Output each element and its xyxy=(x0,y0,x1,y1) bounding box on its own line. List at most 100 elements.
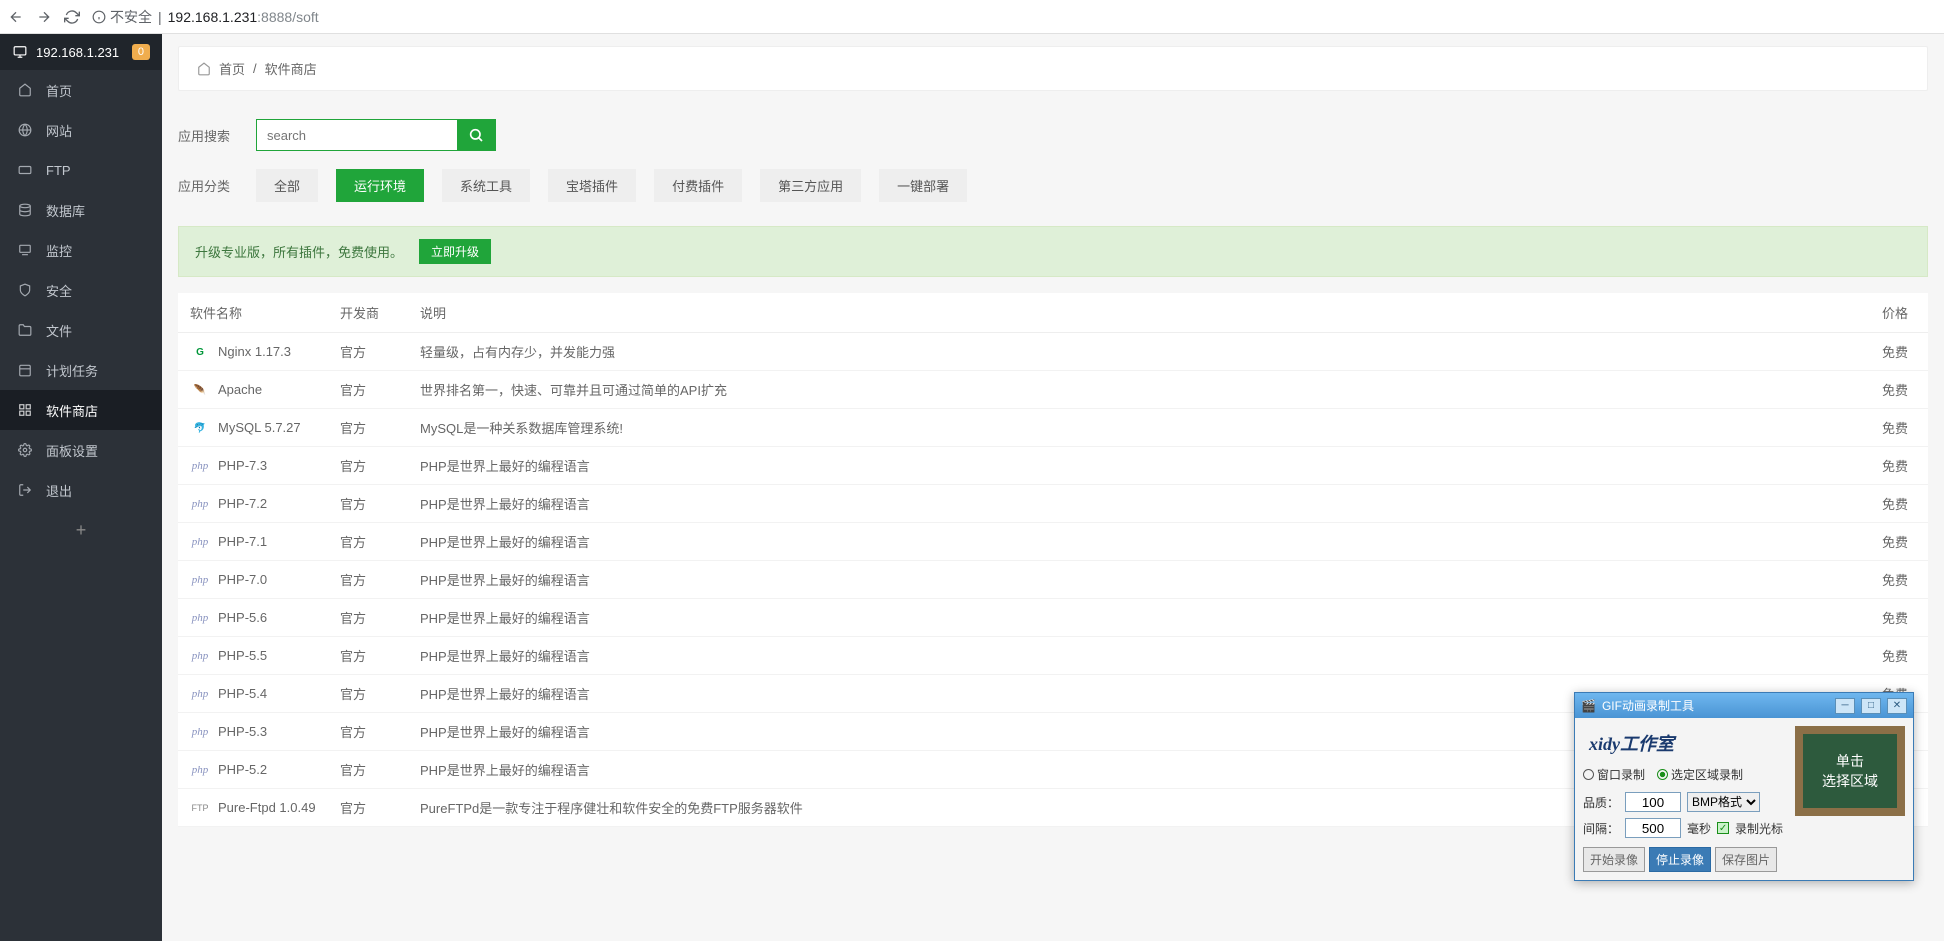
sidebar-item-monitor[interactable]: 监控 xyxy=(0,230,162,270)
start-record-button[interactable]: 开始录像 xyxy=(1583,847,1645,872)
software-dev: 官方 xyxy=(328,713,408,751)
software-name: MySQL 5.7.27 xyxy=(218,420,301,435)
software-dev: 官方 xyxy=(328,447,408,485)
back-icon[interactable] xyxy=(8,9,24,25)
radio-region-record[interactable]: 选定区域录制 xyxy=(1657,766,1743,783)
software-name: PHP-5.5 xyxy=(218,648,267,663)
sidebar-item-exit[interactable]: 退出 xyxy=(0,470,162,510)
notification-badge[interactable]: 0 xyxy=(132,44,150,60)
sidebar-item-home[interactable]: 首页 xyxy=(0,70,162,110)
software-dev: 官方 xyxy=(328,409,408,447)
breadcrumb: 首页 / 软件商店 xyxy=(178,46,1928,91)
category-button[interactable]: 系统工具 xyxy=(442,169,530,202)
insecure-label: 不安全 xyxy=(110,7,152,27)
search-button[interactable] xyxy=(457,120,495,150)
breadcrumb-home[interactable]: 首页 xyxy=(219,59,245,78)
sidebar-item-ftp[interactable]: FTP xyxy=(0,150,162,190)
radio-window-record[interactable]: 窗口录制 xyxy=(1583,766,1645,783)
recorder-titlebar[interactable]: 🎬 GIF动画录制工具 ─ □ ✕ xyxy=(1575,693,1913,718)
col-name: 软件名称 xyxy=(178,293,328,333)
software-desc: PHP是世界上最好的编程语言 xyxy=(408,523,1848,561)
search-input[interactable] xyxy=(257,120,457,150)
table-row[interactable]: phpPHP-7.2官方PHP是世界上最好的编程语言免费 xyxy=(178,485,1928,523)
col-desc: 说明 xyxy=(408,293,1848,333)
col-price: 价格 xyxy=(1848,293,1928,333)
format-select[interactable]: BMP格式 xyxy=(1687,792,1760,812)
software-desc: 轻量级，占有内存少，并发能力强 xyxy=(408,333,1848,371)
software-price: 免费 xyxy=(1848,561,1928,599)
software-desc: MySQL是一种关系数据库管理系统! xyxy=(408,409,1848,447)
software-desc: PHP是世界上最好的编程语言 xyxy=(408,447,1848,485)
category-button[interactable]: 一键部署 xyxy=(879,169,967,202)
table-row[interactable]: phpPHP-7.3官方PHP是世界上最好的编程语言免费 xyxy=(178,447,1928,485)
add-menu-button[interactable]: + xyxy=(0,510,162,550)
table-row[interactable]: 🪶Apache官方世界排名第一，快速、可靠并且可通过简单的API扩充免费 xyxy=(178,371,1928,409)
sidebar: 192.168.1.231 0 首页网站FTP数据库监控安全文件计划任务软件商店… xyxy=(0,34,162,941)
table-row[interactable]: phpPHP-5.6官方PHP是世界上最好的编程语言免费 xyxy=(178,599,1928,637)
upgrade-banner: 升级专业版，所有插件，免费使用。 立即升级 xyxy=(178,226,1928,277)
sidebar-item-calendar[interactable]: 计划任务 xyxy=(0,350,162,390)
col-dev: 开发商 xyxy=(328,293,408,333)
gif-recorder-window[interactable]: 🎬 GIF动画录制工具 ─ □ ✕ xidy工作室 窗口录制 选定区域录制 品质… xyxy=(1574,692,1914,881)
software-dev: 官方 xyxy=(328,751,408,789)
monitor-icon xyxy=(18,243,34,257)
software-name: PHP-5.4 xyxy=(218,686,267,701)
info-icon xyxy=(92,10,106,24)
category-label: 应用分类 xyxy=(178,176,238,195)
calendar-icon xyxy=(18,363,34,377)
forward-icon[interactable] xyxy=(36,9,52,25)
software-name: PHP-7.2 xyxy=(218,496,267,511)
breadcrumb-current: 软件商店 xyxy=(265,59,317,78)
software-desc: 世界排名第一，快速、可靠并且可通过简单的API扩充 xyxy=(408,371,1848,409)
table-row[interactable]: phpPHP-7.1官方PHP是世界上最好的编程语言免费 xyxy=(178,523,1928,561)
sidebar-item-folder[interactable]: 文件 xyxy=(0,310,162,350)
save-image-button[interactable]: 保存图片 xyxy=(1715,847,1777,872)
url-host: 192.168.1.231 xyxy=(168,9,258,25)
software-name: PHP-5.3 xyxy=(218,724,267,739)
table-row[interactable]: phpPHP-5.5官方PHP是世界上最好的编程语言免费 xyxy=(178,637,1928,675)
search-label: 应用搜索 xyxy=(178,126,238,145)
sidebar-item-globe[interactable]: 网站 xyxy=(0,110,162,150)
table-row[interactable]: 🐬MySQL 5.7.27官方MySQL是一种关系数据库管理系统!免费 xyxy=(178,409,1928,447)
table-row[interactable]: phpPHP-7.0官方PHP是世界上最好的编程语言免费 xyxy=(178,561,1928,599)
category-button[interactable]: 宝塔插件 xyxy=(548,169,636,202)
software-dev: 官方 xyxy=(328,561,408,599)
folder-icon xyxy=(18,323,34,337)
ftp-icon: FTP xyxy=(190,799,210,816)
sidebar-item-grid[interactable]: 软件商店 xyxy=(0,390,162,430)
php-icon: php xyxy=(190,647,210,664)
sidebar-item-label: 安全 xyxy=(46,281,72,300)
table-row[interactable]: GNginx 1.17.3官方轻量级，占有内存少，并发能力强免费 xyxy=(178,333,1928,371)
cursor-checkbox[interactable]: ✓ xyxy=(1717,822,1729,834)
software-desc: PHP是世界上最好的编程语言 xyxy=(408,485,1848,523)
sidebar-item-database[interactable]: 数据库 xyxy=(0,190,162,230)
interval-label: 间隔： xyxy=(1583,820,1619,837)
sidebar-item-label: 计划任务 xyxy=(46,361,98,380)
upgrade-button[interactable]: 立即升级 xyxy=(419,239,491,264)
category-button[interactable]: 全部 xyxy=(256,169,318,202)
sidebar-item-shield[interactable]: 安全 xyxy=(0,270,162,310)
cursor-label: 录制光标 xyxy=(1735,820,1783,837)
interval-input[interactable] xyxy=(1625,818,1681,838)
reload-icon[interactable] xyxy=(64,9,80,25)
php-icon: php xyxy=(190,571,210,588)
address-bar[interactable]: 不安全 | 192.168.1.231:8888/soft xyxy=(92,7,319,27)
sidebar-item-label: 退出 xyxy=(46,481,72,500)
sidebar-item-label: 数据库 xyxy=(46,201,85,220)
category-button[interactable]: 第三方应用 xyxy=(760,169,861,202)
select-region-button[interactable]: 单击 选择区域 xyxy=(1795,726,1905,816)
software-dev: 官方 xyxy=(328,523,408,561)
sidebar-item-label: 首页 xyxy=(46,81,72,100)
php-icon: php xyxy=(190,533,210,550)
close-icon[interactable]: ✕ xyxy=(1887,698,1907,714)
software-price: 免费 xyxy=(1848,485,1928,523)
category-button[interactable]: 付费插件 xyxy=(654,169,742,202)
sidebar-item-gear[interactable]: 面板设置 xyxy=(0,430,162,470)
minimize-icon[interactable]: ─ xyxy=(1835,698,1855,714)
software-desc: PHP是世界上最好的编程语言 xyxy=(408,599,1848,637)
maximize-icon[interactable]: □ xyxy=(1861,698,1881,714)
stop-record-button[interactable]: 停止录像 xyxy=(1649,847,1711,872)
category-button[interactable]: 运行环境 xyxy=(336,169,424,202)
quality-input[interactable] xyxy=(1625,792,1681,812)
sidebar-item-label: 面板设置 xyxy=(46,441,98,460)
